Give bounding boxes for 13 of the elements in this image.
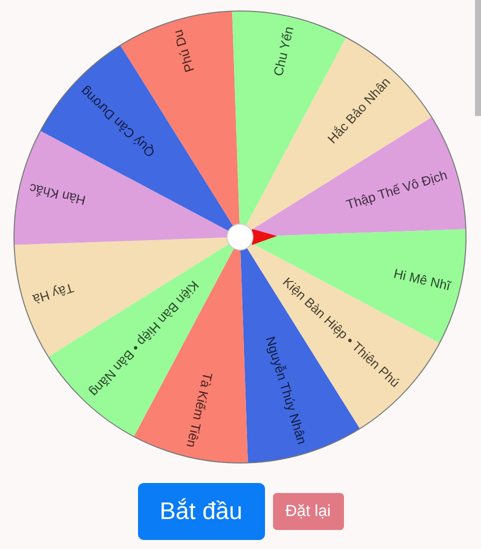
reset-button[interactable]: Đặt lại	[272, 493, 344, 530]
pointer-icon	[252, 229, 277, 245]
wheel-hub	[226, 224, 254, 250]
segment-label: Thập Thế Vô Địch	[344, 167, 449, 212]
segment-label: Hi Mê Nhĩ	[392, 266, 452, 294]
segment-label: Tà Kiếm Tiên	[184, 371, 216, 450]
segment-label: Chu Yến	[270, 24, 296, 78]
segment-label: Phú Du	[170, 28, 198, 74]
scroll-bar[interactable]	[475, 0, 481, 116]
segment-label: Tây Hà	[31, 280, 76, 307]
segment-label: Nguyễn Thúy Nhân	[262, 334, 310, 446]
segment-label: Hàn Khắc	[28, 180, 87, 208]
start-button[interactable]: Bắt đầu	[138, 483, 264, 540]
